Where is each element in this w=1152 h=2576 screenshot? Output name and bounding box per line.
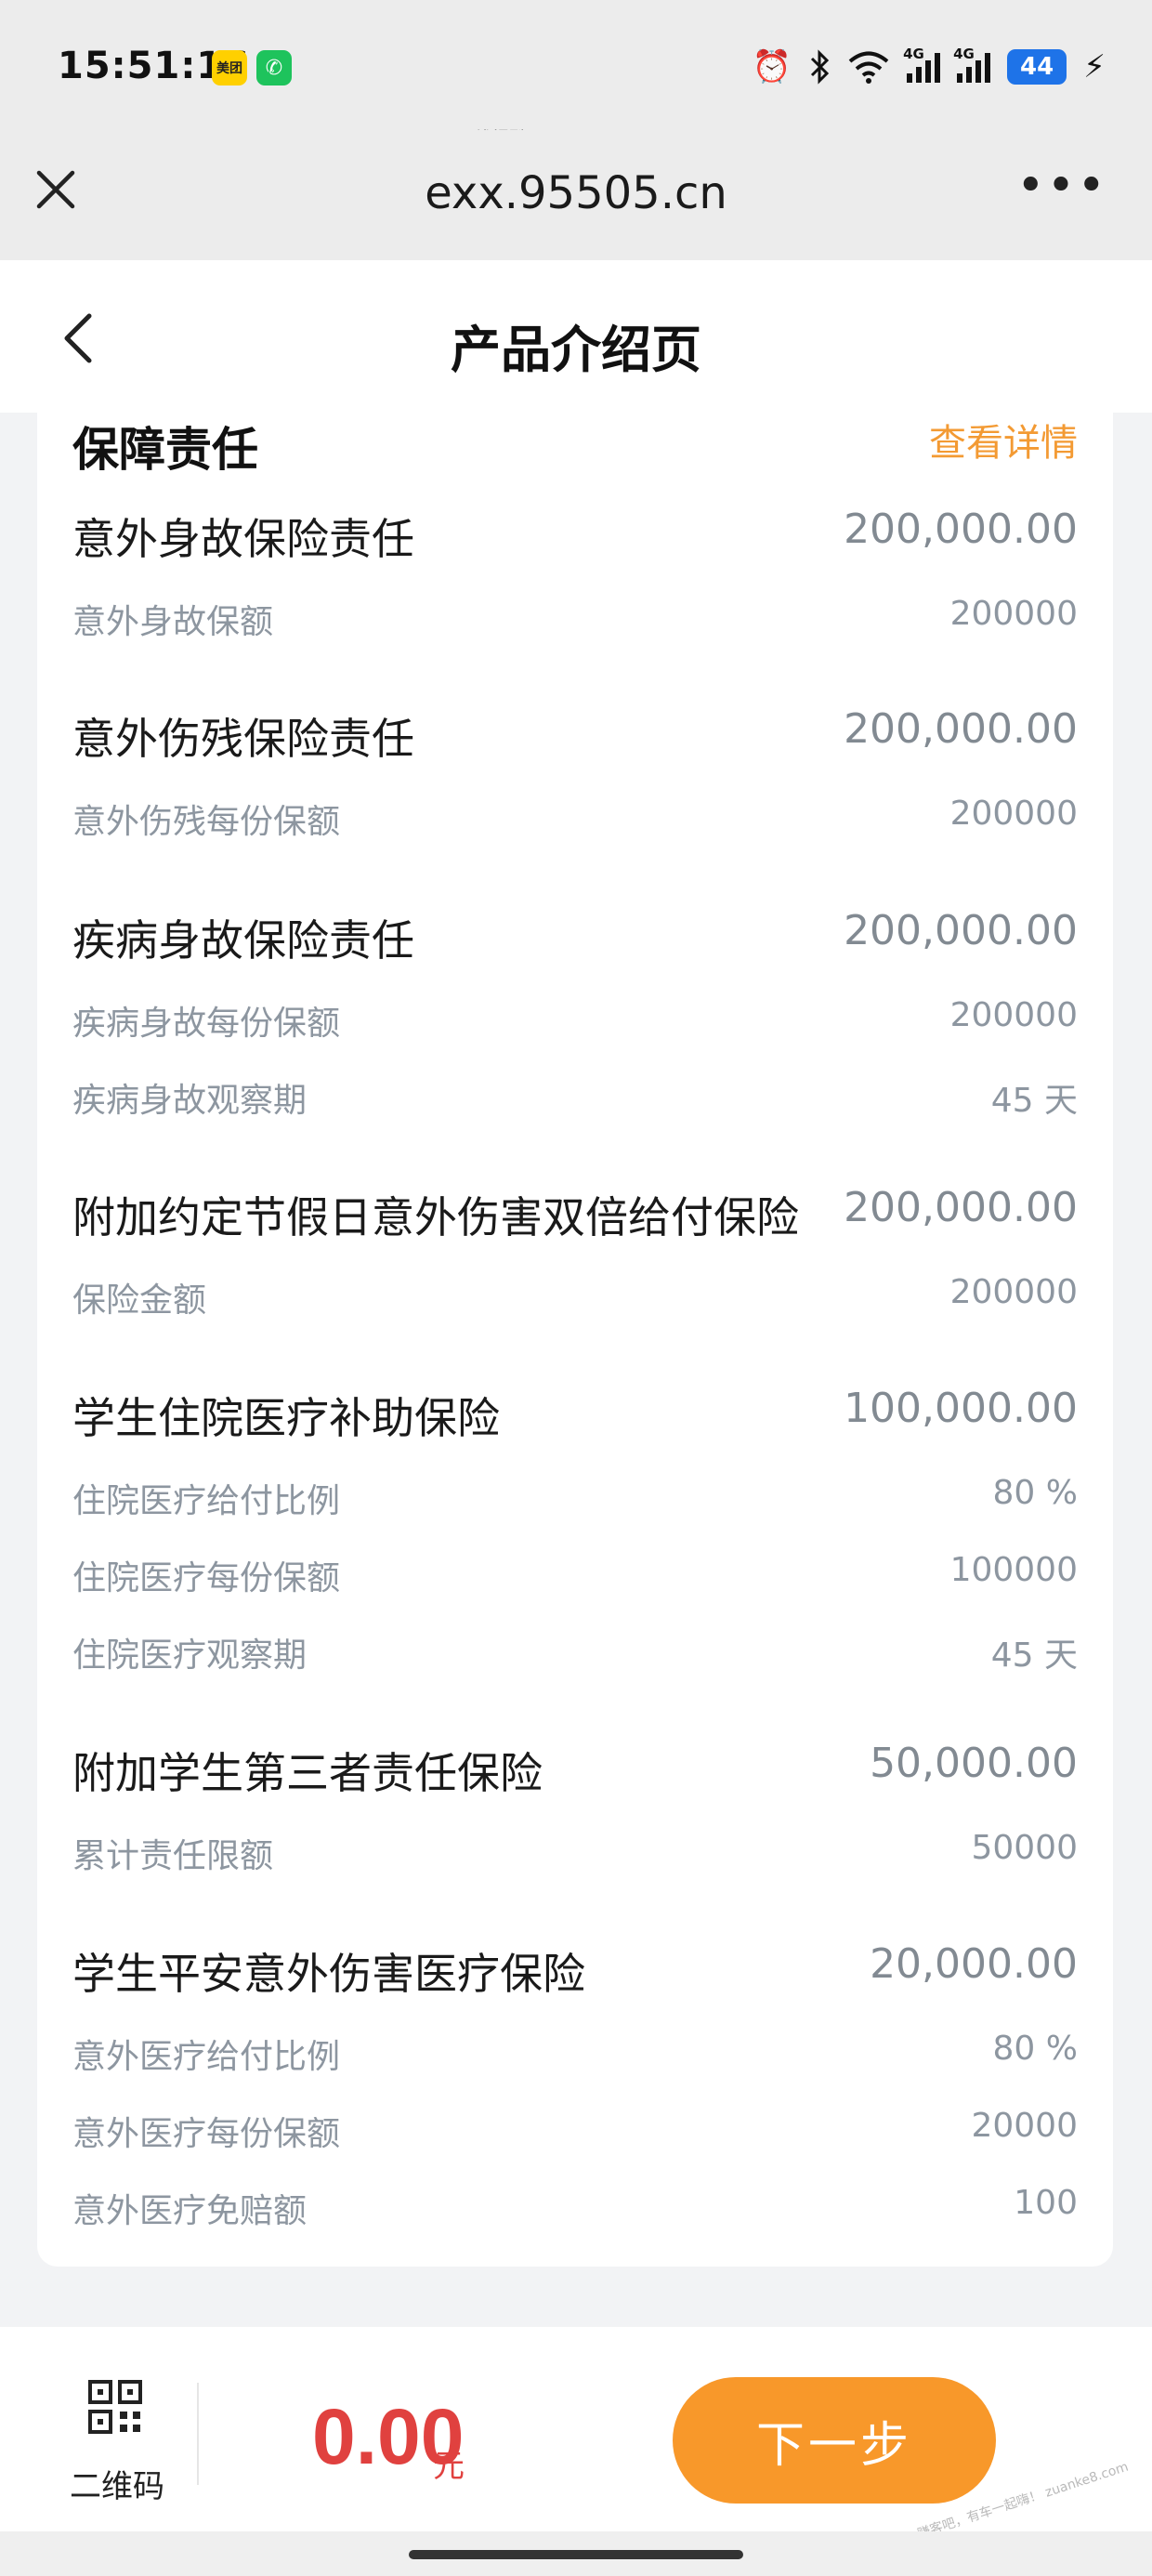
coverage-name: 附加学生第三者责任保险 [72,1748,543,1798]
coverage-detail-label: 住院医疗给付比例 [72,1482,341,1520]
coverage-name: 学生平安意外伤害医疗保险 [72,1949,585,1999]
qr-code-icon[interactable] [87,2379,143,2435]
coverage-detail-label: 住院医疗每份保额 [72,1559,341,1597]
coverage-name: 疾病身故保险责任 [72,915,414,966]
wifi-icon [848,51,889,84]
browser-url: exx.95505.cn [425,167,727,219]
coverage-detail-value: 20000 [971,2107,1078,2145]
divider [197,2383,199,2485]
charging-icon: ⚡ [1083,48,1106,85]
section-title: 保障责任 [72,423,258,477]
coverage-name: 意外伤残保险责任 [72,714,414,764]
coverage-detail-value: 200000 [949,595,1078,633]
price-unit: 元 [433,2448,465,2485]
coverage-amount: 100,000.00 [844,1385,1078,1432]
bluetooth-icon [811,49,830,85]
coverage-detail-value: 80 % [992,1474,1078,1512]
signal-icon-2: 4G [953,46,991,83]
coverage-amount: 200,000.00 [844,506,1078,553]
coverage-name: 意外身故保险责任 [72,514,414,564]
coverage-amount: 200,000.00 [844,1184,1078,1231]
coverage-detail-value: 80 % [992,2030,1078,2068]
status-bar: 15:51:16 美团 ✆ ⏰ 4G 4G 44 ⚡ [0,0,1152,130]
browser-bar: exx.95505.cn ••• [0,130,1152,260]
coverage-detail-label: 意外身故保额 [72,603,274,641]
coverage-detail-value: 100 [1014,2184,1078,2222]
coverage-amount: 200,000.00 [844,907,1078,954]
battery-icon: 44 [1007,49,1067,85]
home-gesture-bar[interactable] [409,2550,743,2559]
coverage-detail-label: 意外伤残每份保额 [72,803,341,841]
coverage-name: 学生住院医疗补助保险 [72,1393,500,1443]
signal-icon-1: 4G [903,46,941,83]
content-scroll-area[interactable]: 保障责任 查看详情 意外身故保险责任 200,000.00 意外身故保额 200… [0,413,1152,2327]
coverage-detail-value: 100000 [949,1551,1078,1589]
more-options-icon[interactable]: ••• [1016,158,1107,214]
coverage-detail-value: 45 天 [990,1636,1078,1675]
status-icons: ⏰ 4G 4G 44 ⚡ [753,45,1106,89]
page-title: 产品介绍页 [451,321,701,379]
coverage-detail-value: 45 天 [990,1082,1078,1120]
coverage-detail-label: 住院医疗观察期 [72,1636,308,1675]
coverage-amount: 20,000.00 [870,1940,1078,1988]
coverage-detail-label: 意外医疗免赔额 [72,2192,308,2230]
coverage-detail-label: 意外医疗给付比例 [72,2038,341,2076]
coverage-detail-value: 50000 [971,1829,1078,1867]
coverage-amount: 200,000.00 [844,705,1078,753]
qr-code-label[interactable]: 二维码 [65,2461,169,2506]
next-step-button[interactable]: 下一步 [673,2377,996,2504]
coverage-card: 保障责任 查看详情 意外身故保险责任 200,000.00 意外身故保额 200… [37,413,1113,2267]
coverage-detail-label: 保险金额 [72,1281,207,1320]
gesture-area [0,2531,1152,2576]
bottom-action-bar: 二维码 0.00 元 下一步 [0,2327,1152,2531]
coverage-name: 附加约定节假日意外伤害双倍给付保险 [72,1192,799,1242]
coverage-detail-label: 疾病身故每份保额 [72,1005,341,1043]
coverage-detail-label: 累计责任限额 [72,1837,274,1875]
coverage-amount: 50,000.00 [870,1740,1078,1787]
view-details-link[interactable]: 查看详情 [929,413,1078,467]
alarm-icon: ⏰ [752,48,792,85]
coverage-detail-value: 200000 [949,996,1078,1034]
coverage-detail-label: 疾病身故观察期 [72,1082,308,1120]
phone-notification-icon: ✆ [256,50,292,85]
coverage-detail-label: 意外医疗每份保额 [72,2115,341,2153]
meituan-notification-icon: 美团 [212,50,247,85]
coverage-detail-value: 200000 [949,795,1078,833]
page-header: 产品介绍页 [0,260,1152,413]
coverage-detail-value: 200000 [949,1273,1078,1311]
